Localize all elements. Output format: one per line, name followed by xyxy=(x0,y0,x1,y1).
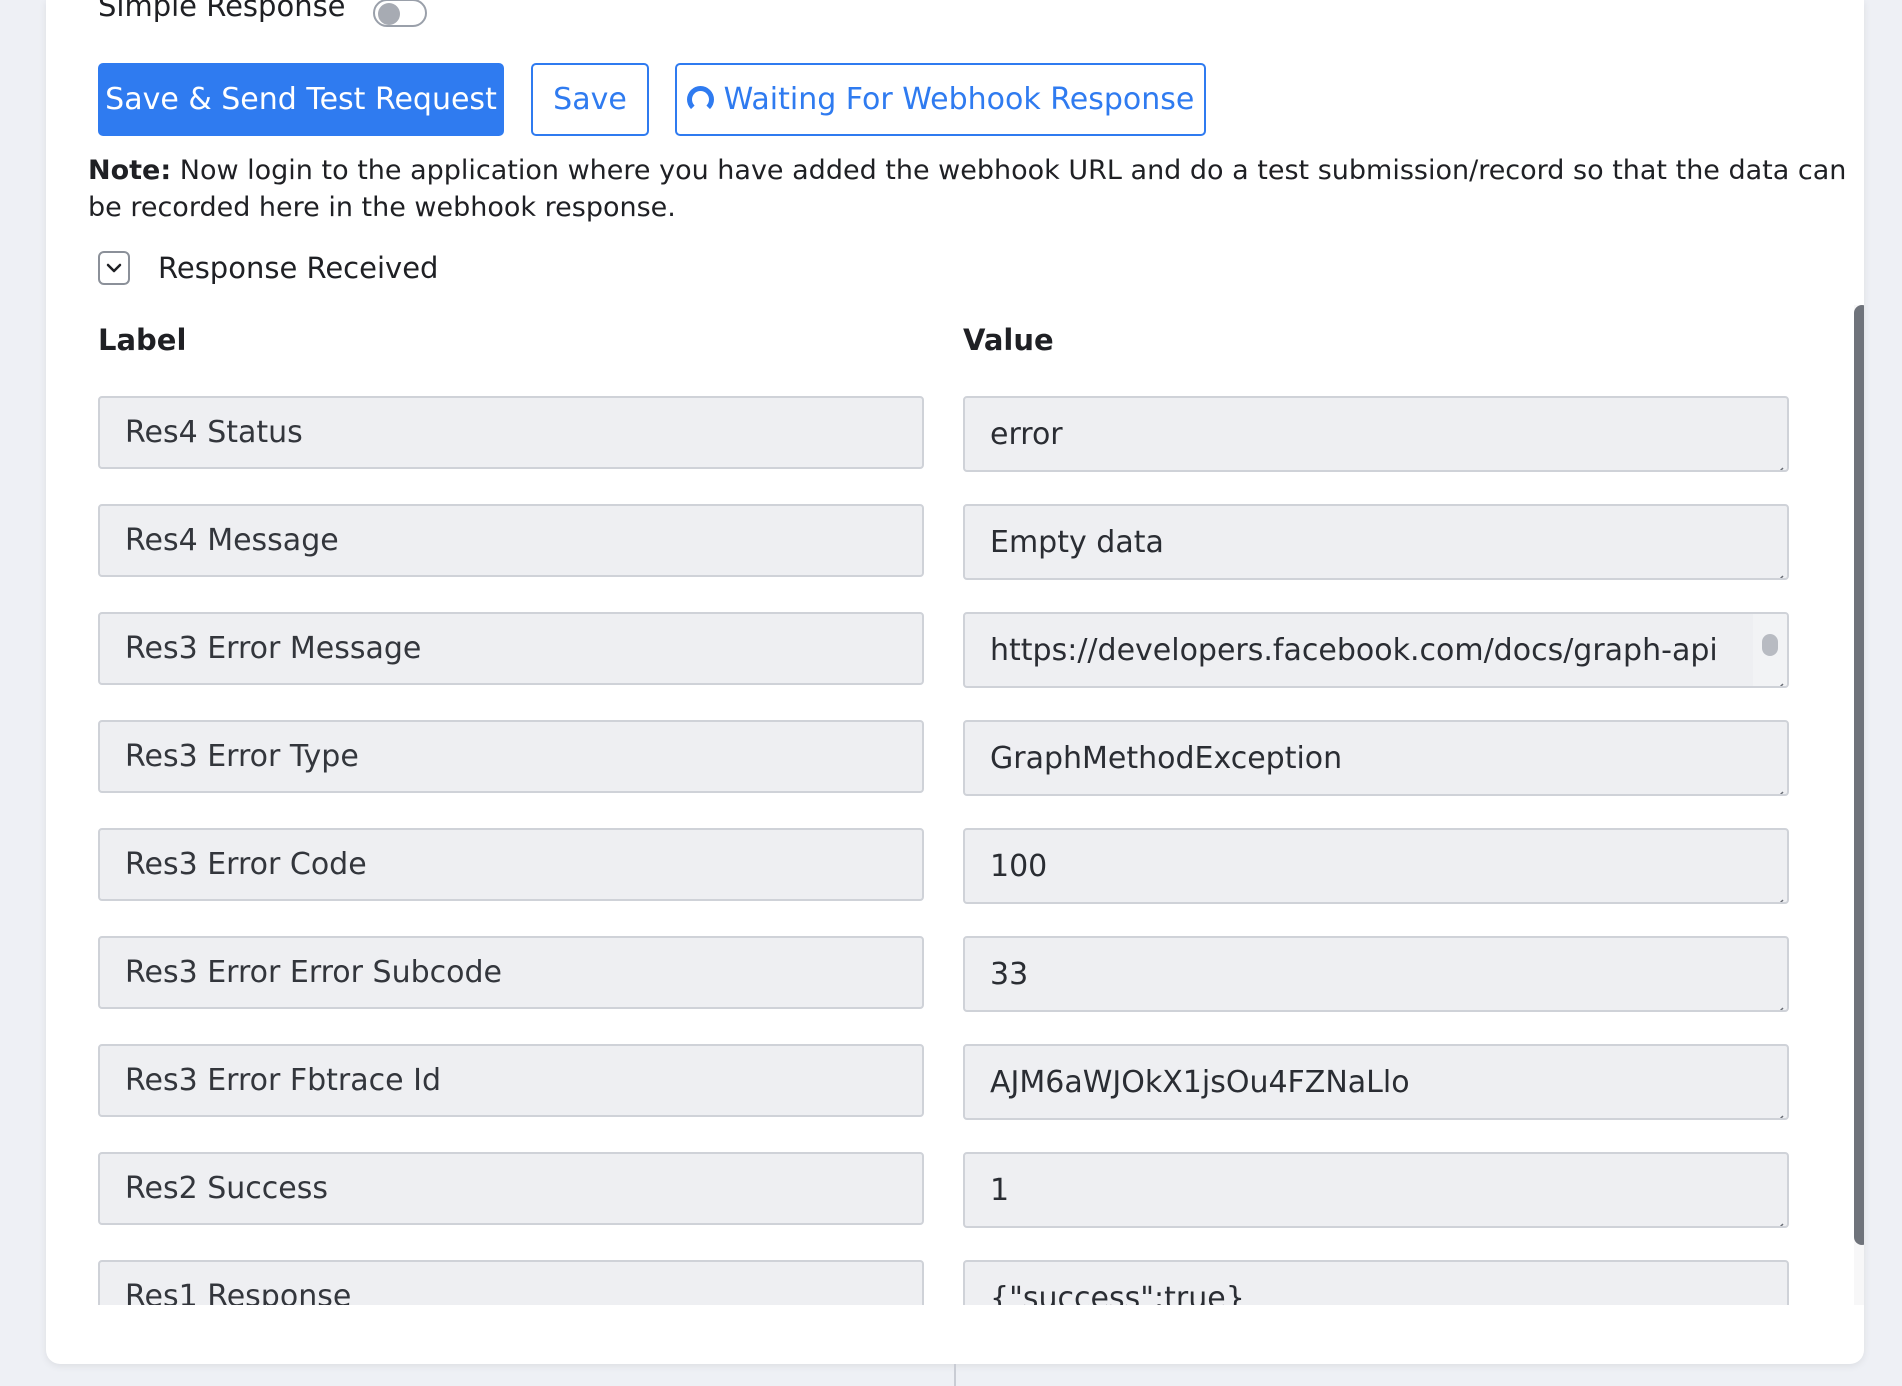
label-field[interactable]: Res3 Error Type xyxy=(98,720,924,793)
value-text: 100 xyxy=(990,848,1048,884)
label-text: Res3 Error Code xyxy=(125,847,367,882)
simple-response-toggle[interactable] xyxy=(372,0,427,27)
value-text: 1 xyxy=(990,1172,1010,1208)
resize-handle-icon[interactable] xyxy=(1770,453,1784,470)
resize-handle-icon[interactable] xyxy=(1770,561,1784,578)
label-text: Res2 Success xyxy=(125,1171,328,1206)
response-scrollbar-thumb[interactable] xyxy=(1854,305,1864,1245)
value-textarea[interactable]: 33 xyxy=(963,936,1789,1012)
resize-handle-icon[interactable] xyxy=(1770,993,1784,1010)
resize-handle-icon[interactable] xyxy=(1770,885,1784,902)
resize-handle-icon[interactable] xyxy=(1770,669,1784,686)
label-field[interactable]: Res3 Error Error Subcode xyxy=(98,936,924,1009)
webhook-note: Note: Now login to the application where… xyxy=(88,152,1848,226)
waiting-label: Waiting For Webhook Response xyxy=(723,82,1195,117)
value-text: error xyxy=(990,416,1063,452)
label-text: Res3 Error Type xyxy=(125,739,359,774)
response-received-header[interactable]: Response Received xyxy=(98,248,438,288)
label-text: Res1 Response xyxy=(125,1279,352,1305)
value-textarea[interactable]: 100 xyxy=(963,828,1789,904)
label-field[interactable]: Res1 Response xyxy=(98,1260,924,1305)
label-field[interactable]: Res3 Error Message xyxy=(98,612,924,685)
value-text: {"success":true} xyxy=(990,1280,1245,1306)
table-row: Res1 Response {"success":true} xyxy=(98,1260,1798,1305)
resize-handle-icon[interactable] xyxy=(1770,777,1784,794)
table-row: Res2 Success 1 xyxy=(98,1152,1798,1228)
save-send-test-request-button[interactable]: Save & Send Test Request xyxy=(98,63,504,136)
response-received-title: Response Received xyxy=(158,251,439,285)
waiting-for-webhook-response-button[interactable]: Waiting For Webhook Response xyxy=(675,63,1206,136)
value-textarea[interactable]: {"success":true} xyxy=(963,1260,1789,1305)
toggle-knob xyxy=(377,3,400,25)
label-text: Res3 Error Error Subcode xyxy=(125,955,502,990)
label-field[interactable]: Res3 Error Code xyxy=(98,828,924,901)
label-field[interactable]: Res4 Status xyxy=(98,396,924,469)
value-textarea[interactable]: error xyxy=(963,396,1789,472)
value-column-header: Value xyxy=(963,323,1054,357)
save-button[interactable]: Save xyxy=(531,63,649,136)
label-text: Res4 Message xyxy=(125,523,339,558)
loading-spinner-icon xyxy=(686,86,714,113)
textarea-scrollbar-thumb[interactable] xyxy=(1762,634,1778,656)
label-text: Res4 Status xyxy=(125,415,303,450)
table-row: Res3 Error Message https://developers.fac… xyxy=(98,612,1798,688)
table-row: Res3 Error Fbtrace Id AJM6aWJOkX1jsOu4FZN… xyxy=(98,1044,1798,1120)
value-textarea[interactable]: AJM6aWJOkX1jsOu4FZNaLlo xyxy=(963,1044,1789,1120)
value-text: GraphMethodException xyxy=(990,740,1343,776)
resize-handle-icon[interactable] xyxy=(1770,1101,1784,1118)
table-row: Res4 Message Empty data xyxy=(98,504,1798,580)
simple-response-label: Simple Response xyxy=(98,0,346,23)
value-textarea[interactable]: https://developers.facebook.com/docs/gra… xyxy=(963,612,1789,688)
response-table: Label Value Res4 Status error Res4 Message… xyxy=(98,305,1864,1305)
resize-handle-icon[interactable] xyxy=(1770,1209,1784,1226)
value-text: https://developers.facebook.com/docs/gra… xyxy=(990,632,1718,668)
label-field[interactable]: Res4 Message xyxy=(98,504,924,577)
value-text: Empty data xyxy=(990,524,1164,560)
chevron-down-icon[interactable] xyxy=(98,251,130,285)
table-row: Res4 Status error xyxy=(98,396,1798,472)
value-textarea[interactable]: 1 xyxy=(963,1152,1789,1228)
table-row: Res3 Error Type GraphMethodException xyxy=(98,720,1798,796)
simple-response-row: Simple Response xyxy=(98,0,427,27)
label-field[interactable]: Res3 Error Fbtrace Id xyxy=(98,1044,924,1117)
value-textarea[interactable]: Empty data xyxy=(963,504,1789,580)
value-text: 33 xyxy=(990,956,1029,992)
label-field[interactable]: Res2 Success xyxy=(98,1152,924,1225)
label-text: Res3 Error Message xyxy=(125,631,422,666)
value-textarea[interactable]: GraphMethodException xyxy=(963,720,1789,796)
label-text: Res3 Error Fbtrace Id xyxy=(125,1063,442,1098)
table-row: Res3 Error Error Subcode 33 xyxy=(98,936,1798,1012)
value-text: AJM6aWJOkX1jsOu4FZNaLlo xyxy=(990,1064,1410,1100)
label-column-header: Label xyxy=(98,323,187,357)
table-row: Res3 Error Code 100 xyxy=(98,828,1798,904)
webhook-settings-card: Simple Response Save & Send Test Request… xyxy=(46,0,1864,1364)
divider xyxy=(954,1364,956,1386)
note-text: Now login to the application where you h… xyxy=(88,155,1847,223)
note-prefix: Note: xyxy=(88,155,172,186)
